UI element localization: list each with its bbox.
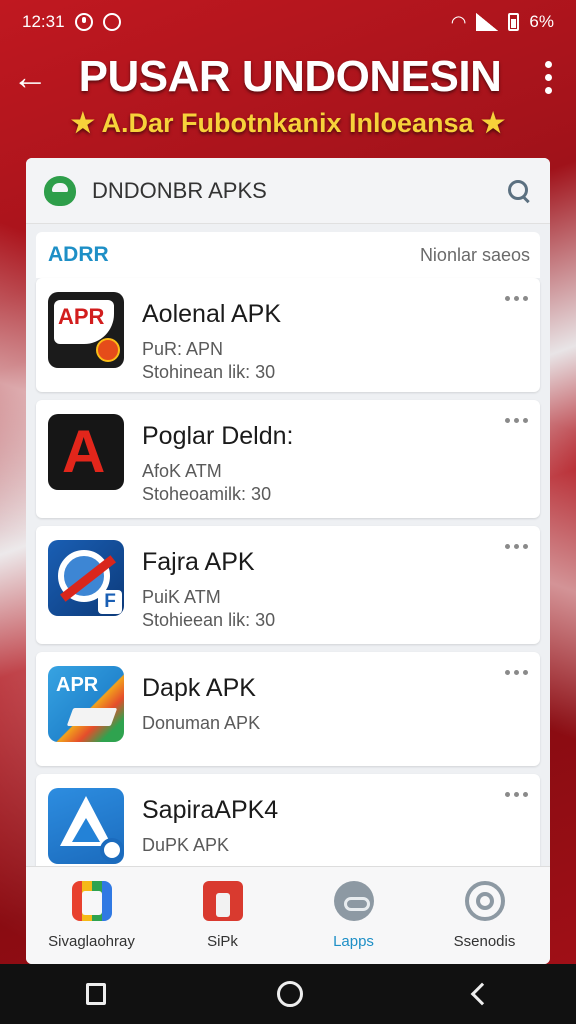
list-item[interactable]: APR Dapk APK Donuman APK xyxy=(36,652,540,766)
search-input[interactable] xyxy=(92,177,506,204)
app-name: SapiraAPK4 xyxy=(142,796,279,824)
app-header: ← PUSAR UNDONESIN xyxy=(0,48,576,106)
wifi-icon: ◠ xyxy=(450,11,467,32)
nav-label: Lapps xyxy=(333,933,374,950)
app-logo-icon xyxy=(44,175,76,206)
app-name: Aolenal APK xyxy=(142,300,281,328)
status-bar: 12:31 ◠ 6% xyxy=(0,0,576,44)
back-icon[interactable] xyxy=(470,982,494,1006)
page-subtitle: ★ A.Dar Fubotnkanix Inloeansa ★ xyxy=(70,108,506,138)
nav-item-apps[interactable]: Lapps xyxy=(294,881,414,950)
back-arrow-icon[interactable]: ← xyxy=(0,48,60,106)
settings-ring-icon xyxy=(464,881,505,921)
status-time: 12:31 xyxy=(22,12,65,31)
signal-icon xyxy=(476,13,499,31)
list-item[interactable]: A Poglar Deldn: AfoK ATM Stoheoamilk: 30 xyxy=(36,400,540,518)
recents-icon[interactable] xyxy=(85,983,106,1005)
app-meta-2: Stohinean lik: 30 xyxy=(142,362,276,382)
list-item[interactable]: F Fajra APK PuiK ATM Stohieean lik: 30 xyxy=(36,526,540,644)
app-meta: PuR: APN xyxy=(142,339,224,359)
nav-item-apk[interactable]: SiPk xyxy=(163,881,283,950)
battery-level: 6% xyxy=(529,12,554,31)
app-meta: Donuman APK xyxy=(142,713,261,733)
more-vert-icon[interactable] xyxy=(520,48,576,106)
apk-red-icon: APR xyxy=(48,292,124,368)
list-item[interactable]: SapiraAPK4 DuPK APK xyxy=(36,774,540,874)
blue-compass-icon: F xyxy=(48,540,124,616)
battery-icon xyxy=(508,13,520,31)
system-nav-bar xyxy=(0,964,576,1024)
red-a-icon: A xyxy=(48,414,124,490)
section-header: ADRR Nionlar saeos xyxy=(36,232,540,278)
circle-status-icon xyxy=(102,13,121,31)
nav-item-settings[interactable]: Ssenodis xyxy=(425,881,545,950)
search-icon[interactable] xyxy=(506,178,532,204)
list-item[interactable]: APR Aolenal APK PuR: APN Stohinean lik: … xyxy=(36,278,540,392)
app-meta: PuiK ATM xyxy=(142,587,221,607)
bottom-nav: Sivaglaohray SiPk Lapps Ssenodis xyxy=(26,866,550,964)
blue-triangle-icon xyxy=(48,788,124,864)
app-name: Dapk APK xyxy=(142,674,256,702)
more-horiz-icon[interactable] xyxy=(505,540,528,549)
more-horiz-icon[interactable] xyxy=(505,292,528,301)
main-panel: ADRR Nionlar saeos APR Aolenal APK PuR: … xyxy=(26,158,550,964)
nav-item-home[interactable]: Sivaglaohray xyxy=(32,881,152,950)
notification-icon xyxy=(74,13,93,31)
search-bar[interactable] xyxy=(26,158,550,224)
nav-label: Sivaglaohray xyxy=(48,933,135,950)
app-name: Fajra APK xyxy=(142,548,255,576)
app-meta: DuPK APK xyxy=(142,835,230,855)
more-horiz-icon[interactable] xyxy=(505,666,528,675)
red-apk-icon xyxy=(202,881,243,921)
more-horiz-icon[interactable] xyxy=(505,788,528,797)
more-horiz-icon[interactable] xyxy=(505,414,528,423)
app-meta-2: Stoheoamilk: 30 xyxy=(142,484,272,504)
face-circle-icon xyxy=(333,881,374,921)
grid-multicolor-icon xyxy=(71,881,112,921)
app-name: Poglar Deldn: xyxy=(142,422,294,450)
home-icon[interactable] xyxy=(276,981,303,1007)
nav-label: SiPk xyxy=(207,933,238,950)
app-meta: AfoK ATM xyxy=(142,461,222,481)
section-link[interactable]: Nionlar saeos xyxy=(420,245,530,266)
apr-colorful-icon: APR xyxy=(48,666,124,742)
section-title: ADRR xyxy=(48,243,109,266)
nav-label: Ssenodis xyxy=(453,933,516,950)
app-meta-2: Stohieean lik: 30 xyxy=(142,610,276,630)
page-title: PUSAR UNDONESIN xyxy=(78,52,502,101)
